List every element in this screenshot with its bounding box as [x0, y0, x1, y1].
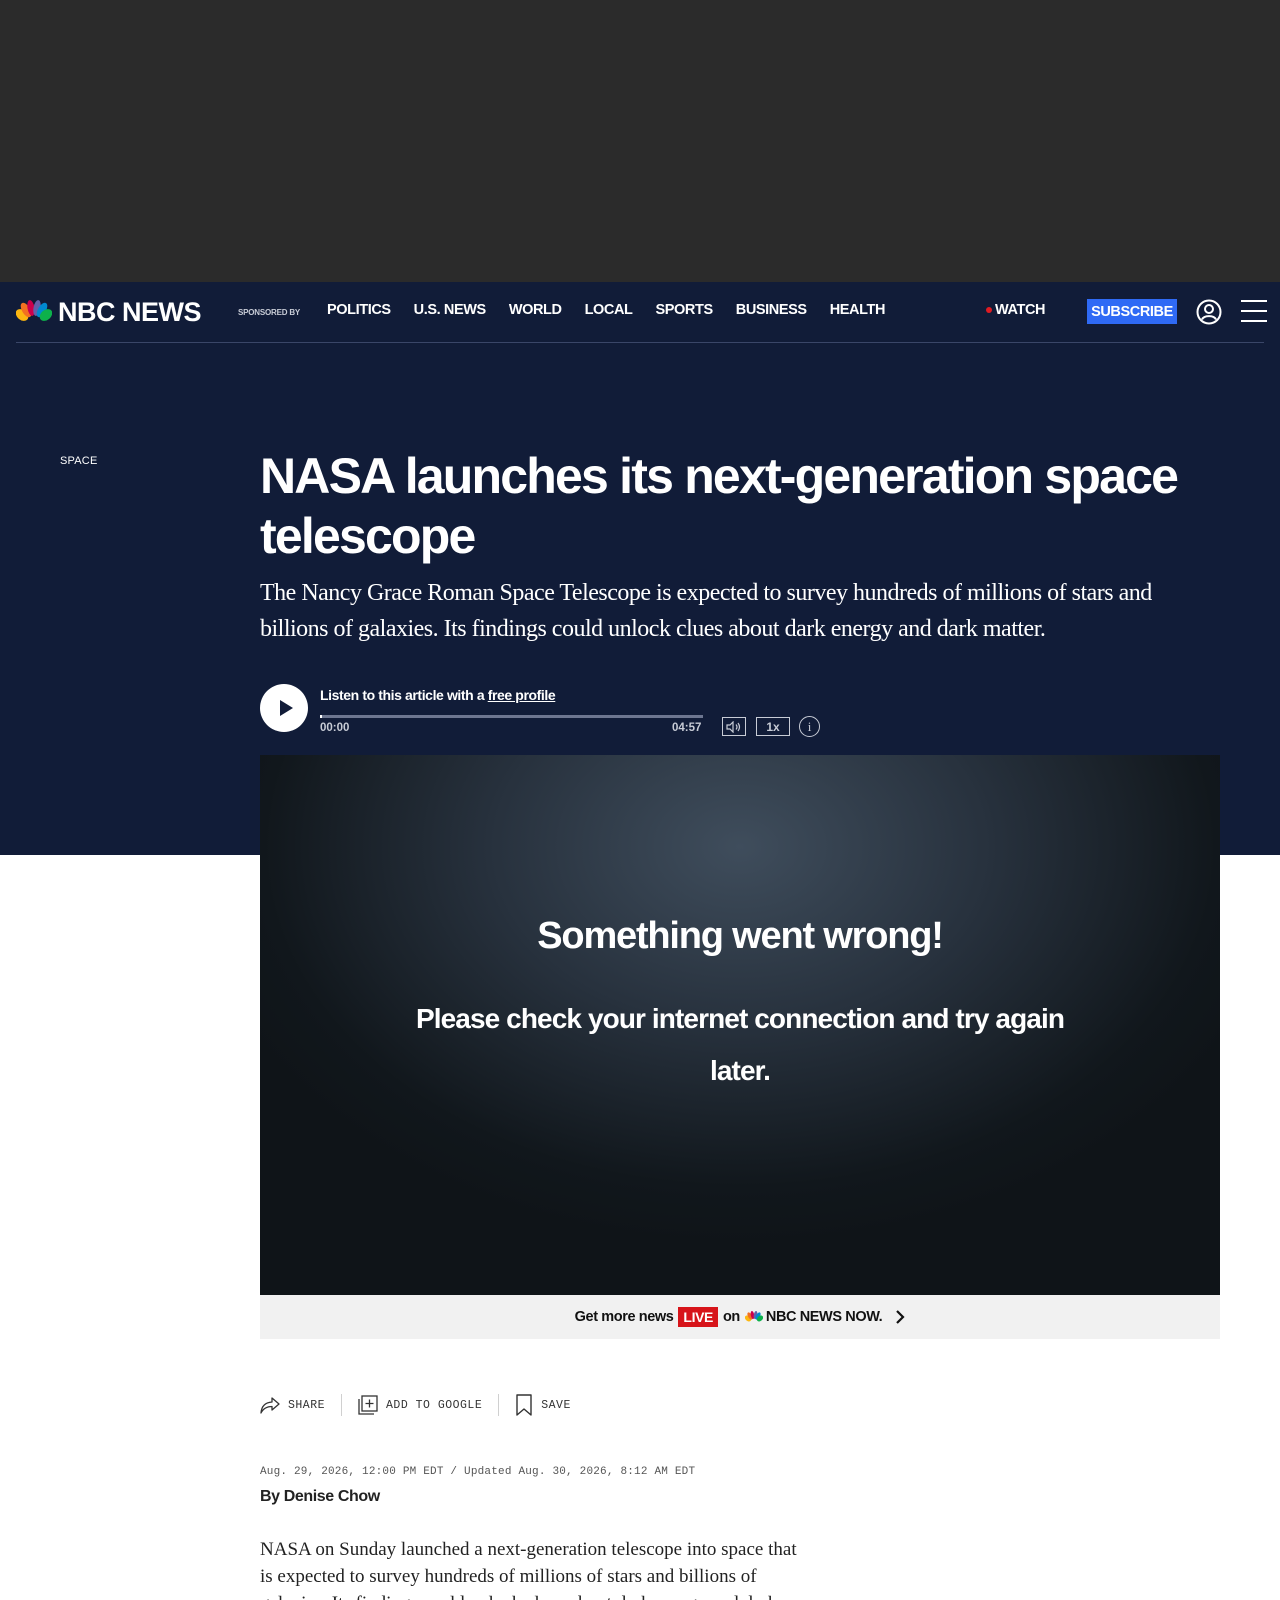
- promo-on: on: [722, 1309, 740, 1325]
- article-timestamp: Aug. 29, 2026, 12:00 PM EDT / Updated Au…: [260, 1466, 696, 1478]
- hamburger-menu-icon[interactable]: [1241, 300, 1267, 324]
- listen-prompt: Listen to this article with a free profi…: [320, 687, 556, 703]
- promo-prefix: Get more news: [574, 1309, 674, 1325]
- watch-label: WATCH: [995, 302, 1046, 318]
- nav-item-world[interactable]: WORLD: [509, 302, 562, 318]
- nav-item-sports[interactable]: SPORTS: [656, 302, 714, 318]
- share-button[interactable]: SHARE: [260, 1396, 325, 1414]
- volume-button[interactable]: [722, 717, 746, 736]
- nav-item-business[interactable]: BUSINESS: [736, 302, 807, 318]
- audio-progress-fill: [320, 715, 322, 718]
- audio-time-start: 00:00: [320, 722, 350, 734]
- nav-item-us-news[interactable]: U.S. NEWS: [414, 302, 487, 318]
- nav-item-health[interactable]: HEALTH: [830, 302, 886, 318]
- nav-item-local[interactable]: LOCAL: [585, 302, 633, 318]
- account-icon[interactable]: [1196, 299, 1222, 325]
- info-icon[interactable]: i: [799, 716, 820, 737]
- article-byline: By Denise Chow: [260, 1488, 380, 1506]
- free-profile-link[interactable]: free profile: [488, 687, 556, 703]
- live-dot-icon: [986, 307, 992, 313]
- action-divider: [341, 1394, 343, 1416]
- promo-brand-text: NBC NEWS NOW.: [765, 1309, 883, 1325]
- nbc-news-now-promo[interactable]: Get more news LIVE on NBC NEWS NOW.: [260, 1295, 1220, 1339]
- add-to-google-icon: [358, 1395, 378, 1415]
- volume-icon: [726, 720, 741, 733]
- live-badge: LIVE: [678, 1307, 718, 1327]
- article-dek: The Nancy Grace Roman Space Telescope is…: [260, 580, 1152, 642]
- promo-brand: NBC NEWS NOW.: [744, 1309, 883, 1325]
- audio-progress-bar[interactable]: [320, 715, 703, 718]
- nav-item-politics[interactable]: POLITICS: [327, 302, 391, 318]
- bookmark-icon: [516, 1394, 532, 1416]
- audio-play-button[interactable]: [260, 684, 308, 732]
- subscribe-button[interactable]: SUBSCRIBE: [1087, 299, 1177, 324]
- author-link[interactable]: Denise Chow: [284, 1488, 380, 1505]
- site-header: NBC NEWS SPONSORED BY POLITICS U.S. NEWS…: [0, 282, 1280, 343]
- peacock-icon: [16, 300, 52, 321]
- save-button[interactable]: SAVE: [515, 1394, 571, 1416]
- peacock-icon: [744, 1311, 763, 1322]
- share-icon: [260, 1397, 280, 1414]
- byline-prefix: By: [260, 1488, 280, 1505]
- share-label: SHARE: [288, 1398, 326, 1412]
- watch-link[interactable]: WATCH: [986, 302, 1045, 318]
- chevron-right-icon: [896, 1310, 905, 1324]
- play-icon: [279, 700, 293, 716]
- video-error-title: Something went wrong!: [537, 915, 944, 957]
- article-headline: NASA launches its next-generation space …: [260, 448, 1179, 564]
- sponsored-label: SPONSORED BY: [238, 308, 301, 317]
- video-error-message: Please check your internet connection an…: [415, 1003, 1065, 1086]
- section-label[interactable]: SPACE: [60, 455, 97, 467]
- playback-speed-button[interactable]: 1x: [756, 717, 790, 736]
- main-nav: POLITICS U.S. NEWS WORLD LOCAL SPORTS BU…: [327, 302, 885, 318]
- listen-prefix: Listen to this article with a: [320, 687, 485, 703]
- article-actions: SHARE ADD TO GOOGLE SAVE: [260, 1394, 571, 1416]
- save-label: SAVE: [541, 1398, 571, 1412]
- article-body-paragraph: NASA on Sunday launched a next-generatio…: [260, 1539, 797, 1600]
- audio-time-end: 04:57: [672, 722, 702, 734]
- nbc-news-logo[interactable]: NBC NEWS: [16, 296, 202, 327]
- action-divider: [498, 1394, 500, 1416]
- add-to-google-button[interactable]: ADD TO GOOGLE: [358, 1395, 482, 1415]
- header-divider: [16, 342, 1264, 343]
- logo-text: NBC NEWS: [58, 296, 202, 327]
- ad-slot: [0, 0, 1280, 282]
- video-player[interactable]: Something went wrong! Please check your …: [260, 755, 1220, 1295]
- add-to-google-label: ADD TO GOOGLE: [386, 1398, 483, 1412]
